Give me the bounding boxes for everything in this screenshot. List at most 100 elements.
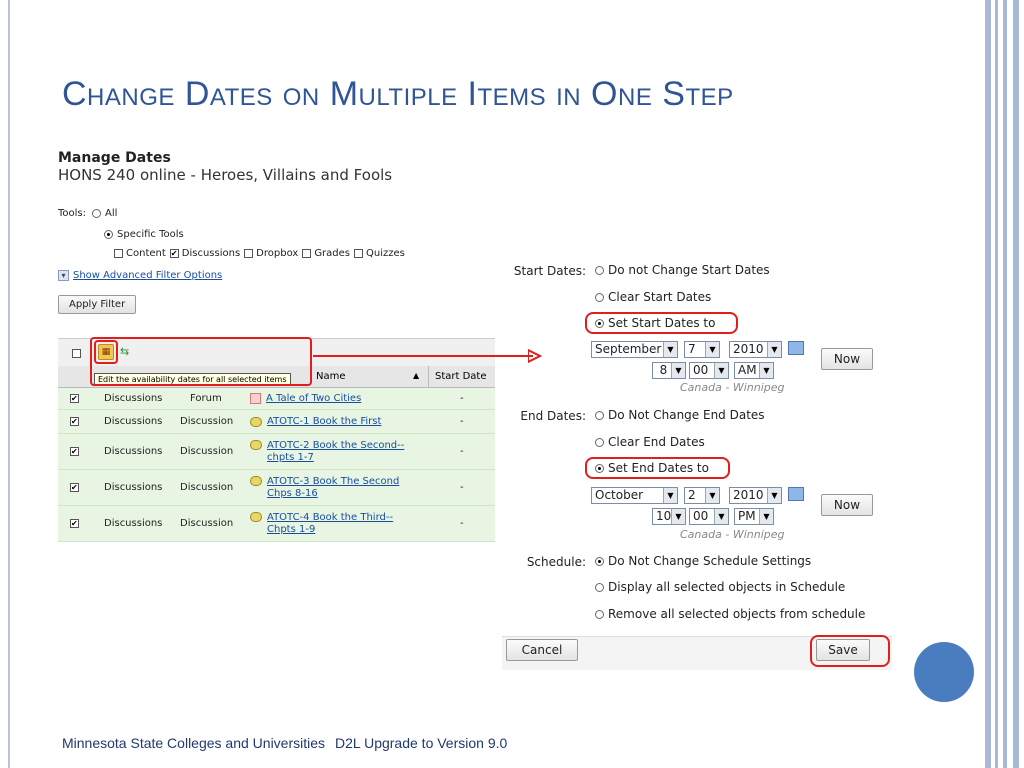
- tools-label: Tools:: [58, 208, 87, 219]
- tool-specific-label: Specific Tools: [117, 229, 184, 240]
- table-row[interactable]: Discussions Discussion ATOTC-1 Book the …: [58, 410, 495, 434]
- start-year-select[interactable]: 2010 ▼: [729, 341, 782, 358]
- row-tool: Discussions: [104, 482, 163, 493]
- start-month-select[interactable]: September ▼: [591, 341, 678, 358]
- end-dates-label: End Dates:: [520, 409, 586, 423]
- start-clear-radio[interactable]: [595, 292, 604, 302]
- row-tool: Discussions: [104, 393, 163, 404]
- tool-all-radio[interactable]: [92, 209, 102, 218]
- sched-no-change-label: Do Not Change Schedule Settings: [608, 554, 812, 568]
- tool-content-label: Content: [126, 248, 166, 259]
- start-no-change-label: Do not Change Start Dates: [608, 263, 770, 277]
- tool-all-label: All: [105, 208, 118, 219]
- start-no-change-radio[interactable]: [595, 265, 604, 275]
- end-now-button[interactable]: Now: [821, 494, 873, 516]
- highlight-set-start: [585, 312, 738, 334]
- row-tool: Discussions: [104, 446, 163, 457]
- row-checkbox[interactable]: [70, 417, 79, 426]
- row-tool: Discussions: [104, 416, 163, 427]
- discussion-icon: [250, 476, 262, 486]
- slide-frame-right: [977, 0, 1024, 768]
- start-hour-select[interactable]: 8 ▼: [652, 362, 686, 379]
- sched-display-radio[interactable]: [595, 582, 604, 592]
- end-timezone: Canada - Winnipeg: [680, 528, 785, 541]
- end-hour-select[interactable]: 10 ▼: [652, 508, 686, 525]
- row-type: Forum: [190, 393, 222, 404]
- cancel-button[interactable]: Cancel: [506, 639, 578, 661]
- schedule-label: Schedule:: [526, 555, 586, 569]
- row-checkbox[interactable]: [70, 447, 79, 456]
- row-name-link[interactable]: ATOTC-4 Book the Third--Chpts 1-9: [267, 512, 410, 536]
- row-type: Discussion: [180, 416, 234, 427]
- col-name-header[interactable]: Name: [316, 371, 346, 382]
- row-name-link[interactable]: ATOTC-2 Book the Second--chpts 1-7: [267, 440, 410, 464]
- end-no-change-radio[interactable]: [595, 410, 604, 420]
- slide-title: Change Dates on Multiple Items in One St…: [62, 75, 734, 113]
- end-clear-label: Clear End Dates: [608, 435, 705, 449]
- discussion-icon: [250, 512, 262, 522]
- tool-quizzes-label: Quizzes: [366, 248, 405, 259]
- advanced-filter-link[interactable]: Show Advanced Filter Options: [73, 270, 222, 281]
- end-minute-select[interactable]: 00 ▼: [689, 508, 729, 525]
- tool-content-checkbox[interactable]: [114, 249, 123, 258]
- manage-dates-panel: Manage Dates HONS 240 online - Heroes, V…: [58, 150, 498, 542]
- row-start: -: [460, 518, 464, 529]
- row-start: -: [460, 416, 464, 427]
- row-type: Discussion: [180, 518, 234, 529]
- arrow-line: [313, 355, 533, 357]
- highlight-set-end: [585, 457, 730, 479]
- end-clear-radio[interactable]: [595, 437, 604, 447]
- row-type: Discussion: [180, 482, 234, 493]
- chevron-down-icon[interactable]: ▾: [58, 270, 69, 281]
- row-name-link[interactable]: ATOTC-1 Book the First: [267, 416, 381, 427]
- row-start: -: [460, 446, 464, 457]
- row-checkbox[interactable]: [70, 519, 79, 528]
- start-ampm-select[interactable]: AM ▼: [734, 362, 774, 379]
- tool-quizzes-checkbox[interactable]: [354, 249, 364, 258]
- table-row[interactable]: Discussions Discussion ATOTC-3 Book The …: [58, 470, 495, 506]
- row-name-link[interactable]: ATOTC-3 Book The Second Chps 8-16: [267, 476, 415, 500]
- col-start-header[interactable]: Start Date: [428, 366, 487, 388]
- table-row[interactable]: Discussions Forum A Tale of Two Cities -: [58, 388, 495, 410]
- sched-display-label: Display all selected objects in Schedule: [608, 580, 846, 594]
- end-year-select[interactable]: 2010 ▼: [729, 487, 782, 504]
- sched-remove-radio[interactable]: [595, 609, 604, 619]
- decorative-circle: [914, 642, 974, 702]
- row-type: Discussion: [180, 446, 234, 457]
- start-now-button[interactable]: Now: [821, 348, 873, 370]
- tool-dropbox-label: Dropbox: [256, 248, 299, 259]
- table-row[interactable]: Discussions Discussion ATOTC-2 Book the …: [58, 434, 495, 470]
- end-no-change-label: Do Not Change End Dates: [608, 408, 765, 422]
- sort-up-icon[interactable]: ▲: [413, 371, 419, 380]
- footer-org: Minnesota State Colleges and Universitie…: [62, 735, 326, 751]
- apply-filter-button[interactable]: Apply Filter: [58, 295, 137, 314]
- select-all-checkbox[interactable]: [72, 349, 81, 358]
- end-ampm-select[interactable]: PM ▼: [734, 508, 774, 525]
- start-calendar-icon[interactable]: [788, 341, 804, 355]
- course-name: HONS 240 online - Heroes, Villains and F…: [58, 166, 393, 184]
- slide-footer: Minnesota State Colleges and Universitie…: [62, 735, 517, 751]
- end-calendar-icon[interactable]: [788, 487, 804, 501]
- tool-grades-label: Grades: [314, 248, 351, 259]
- row-name-link[interactable]: A Tale of Two Cities: [266, 393, 361, 404]
- slide-frame-left: [8, 0, 10, 768]
- tool-specific-radio[interactable]: [104, 230, 113, 239]
- row-tool: Discussions: [104, 518, 163, 529]
- highlight-toolbar-tooltip: [90, 337, 312, 386]
- tool-discussions-checkbox[interactable]: [169, 249, 179, 258]
- table-row[interactable]: Discussions Discussion ATOTC-4 Book the …: [58, 506, 495, 542]
- row-start: -: [460, 393, 464, 404]
- row-checkbox[interactable]: [70, 394, 79, 403]
- start-dates-label: Start Dates:: [513, 264, 586, 278]
- end-month-select[interactable]: October ▼: [591, 487, 678, 504]
- start-day-select[interactable]: 7 ▼: [684, 341, 720, 358]
- tool-discussions-label: Discussions: [181, 248, 241, 259]
- start-minute-select[interactable]: 00 ▼: [689, 362, 729, 379]
- end-day-select[interactable]: 2 ▼: [684, 487, 720, 504]
- discussion-icon: [250, 440, 262, 450]
- tool-dropbox-checkbox[interactable]: [244, 249, 254, 258]
- sched-no-change-radio[interactable]: [595, 556, 604, 566]
- tool-grades-checkbox[interactable]: [302, 249, 312, 258]
- row-checkbox[interactable]: [70, 483, 79, 492]
- start-clear-label: Clear Start Dates: [608, 290, 712, 304]
